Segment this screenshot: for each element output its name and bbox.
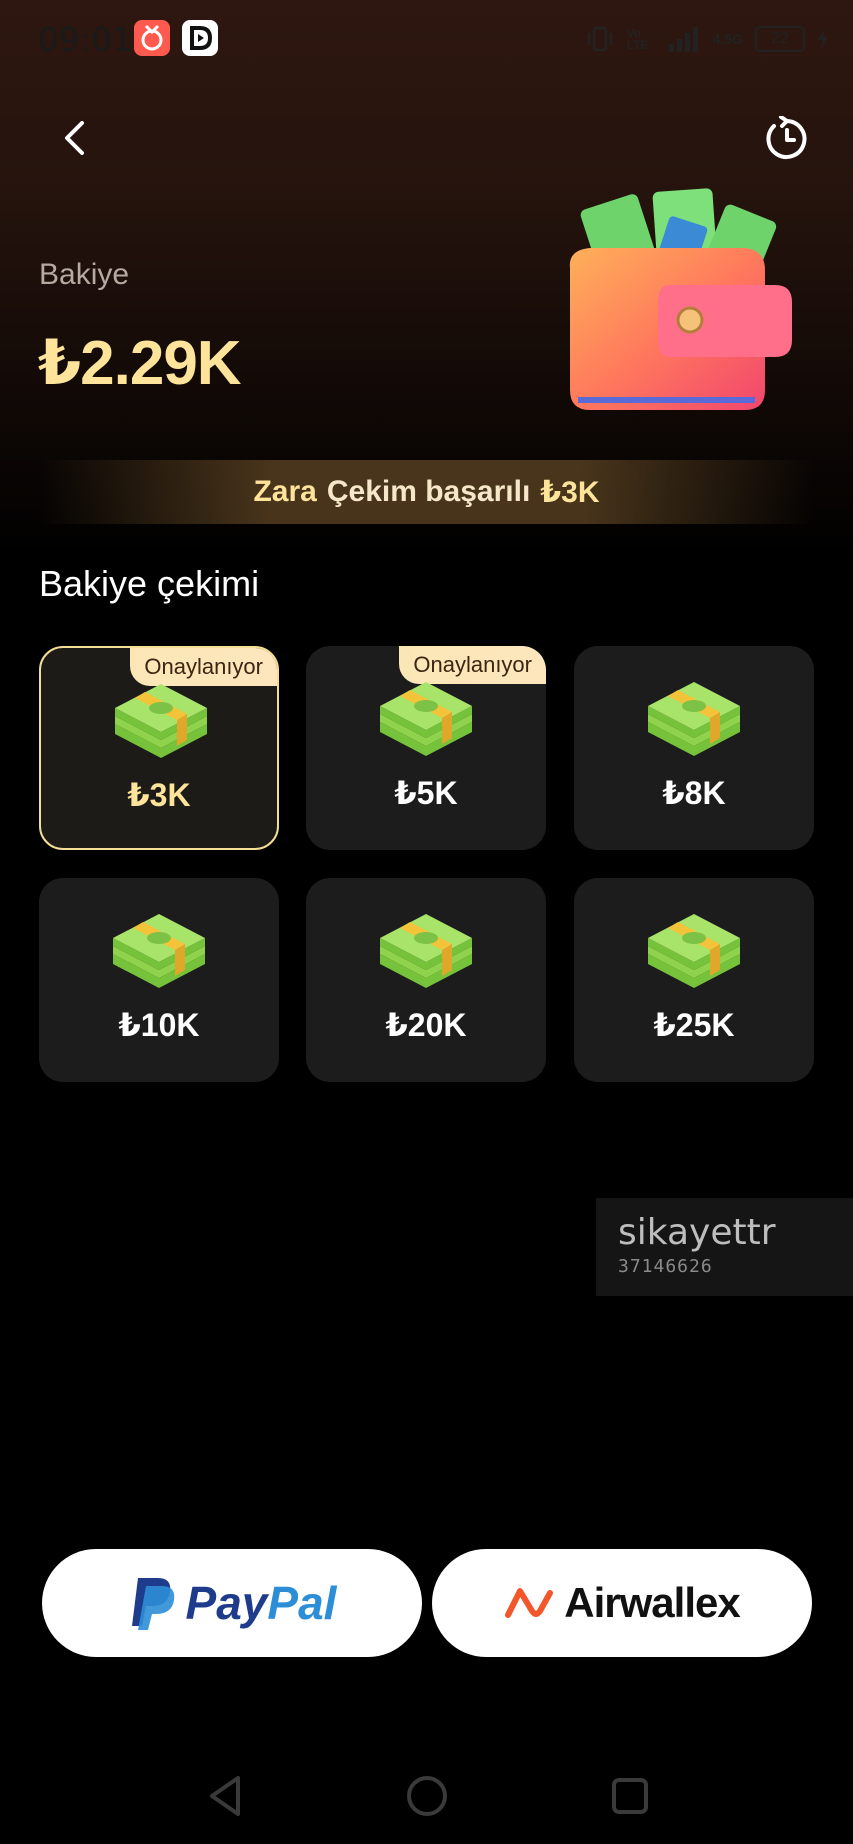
option-amount: ₺3K	[127, 777, 191, 813]
airwallex-logo-icon	[505, 1588, 554, 1618]
charging-icon	[818, 28, 828, 50]
airwallex-wordmark: Airwallex	[564, 1579, 740, 1626]
option-amount: ₺25K	[653, 1007, 735, 1043]
nav-back-icon[interactable]	[198, 1768, 254, 1824]
paypal-button[interactable]: PayPal	[42, 1549, 422, 1657]
nav-recents-icon[interactable]	[602, 1768, 658, 1824]
withdraw-option-10k[interactable]: ₺10K	[39, 878, 279, 1082]
withdraw-option-25k[interactable]: ₺25K	[574, 878, 814, 1082]
status-bar: 09:01 Vo LTE 4.5G 22	[0, 0, 853, 78]
vibrate-icon	[587, 26, 612, 52]
battery-level: 22	[771, 30, 789, 47]
history-button[interactable]	[764, 115, 810, 162]
cash-stack-icon	[115, 684, 207, 758]
paypal-logo-icon	[131, 1578, 174, 1630]
system-nav-bar	[0, 1760, 853, 1844]
signal-icon	[668, 27, 698, 52]
ticker-user-name: Zara	[253, 475, 317, 508]
cash-stack-icon	[380, 682, 472, 756]
status-icons: Vo LTE 4.5G 22	[585, 22, 829, 56]
option-amount: ₺8K	[662, 775, 726, 811]
back-button[interactable]	[56, 114, 92, 162]
section-title: Bakiye çekimi	[39, 563, 260, 604]
paypal-wordmark: PayPal	[186, 1576, 337, 1630]
balance-value: ₺2.29K	[38, 329, 242, 398]
cash-stack-icon	[113, 914, 205, 988]
history-clock-icon	[766, 115, 807, 159]
withdraw-option-20k[interactable]: ₺20K	[306, 878, 546, 1082]
wallet-icon	[569, 188, 792, 410]
watermark-id: 37146626	[618, 1256, 713, 1277]
withdraw-ticker: Zara Çekim başarılı ₺3K	[40, 460, 813, 524]
option-amount: ₺20K	[385, 1007, 467, 1043]
volte-indicator: Vo LTE	[626, 26, 649, 52]
nav-home-icon[interactable]	[399, 1768, 455, 1824]
notification-app-icon-2	[182, 20, 218, 56]
balance-label: Bakiye	[39, 258, 130, 291]
watermark: sikayettr 37146626	[596, 1198, 853, 1296]
cash-stack-icon	[648, 682, 740, 756]
withdraw-option-3k[interactable]: Onaylanıyor ₺3K	[39, 646, 279, 850]
ticker-message: Çekim başarılı	[326, 475, 531, 508]
battery-icon: 22	[755, 26, 805, 52]
cash-stack-icon	[648, 914, 740, 988]
cash-stack-icon	[380, 914, 472, 988]
option-amount: ₺10K	[118, 1007, 200, 1043]
ticker-amount: ₺3K	[540, 475, 600, 509]
paypal-wordmark-pay: Pay	[185, 1577, 268, 1629]
option-amount: ₺5K	[394, 775, 458, 811]
status-time: 09:01	[38, 20, 134, 59]
watermark-brand: sikayettr	[618, 1212, 776, 1253]
airwallex-button[interactable]: Airwallex	[432, 1549, 812, 1657]
network-type: 4.5G	[712, 31, 743, 47]
paypal-wordmark-pal: Pal	[267, 1577, 337, 1629]
withdraw-option-8k[interactable]: ₺8K	[574, 646, 814, 850]
chevron-left-icon	[65, 121, 84, 155]
withdraw-option-5k[interactable]: Onaylanıyor ₺5K	[306, 646, 546, 850]
notification-app-icon	[134, 20, 170, 56]
